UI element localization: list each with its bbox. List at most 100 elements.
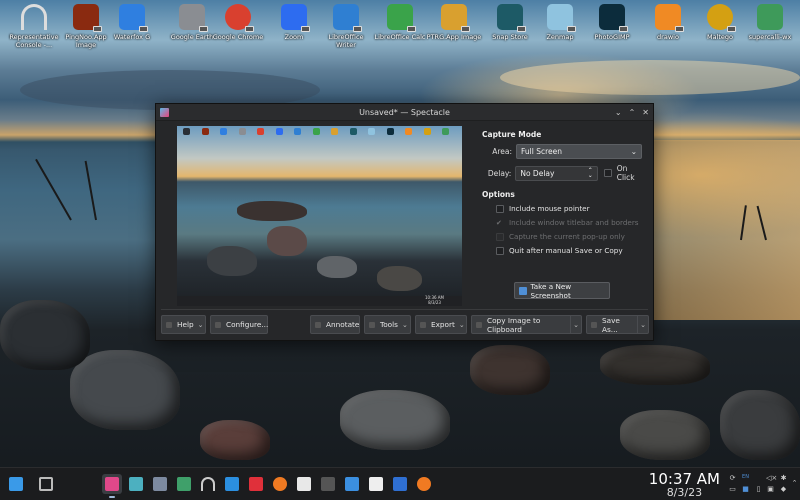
pingnoo-icon	[73, 4, 102, 32]
option-checkbox[interactable]	[496, 246, 504, 255]
desktop-icon-chrome[interactable]: Google Chrome	[210, 4, 266, 41]
taskbar-firefox-2[interactable]	[414, 474, 434, 494]
photoshop-icon	[599, 4, 628, 32]
expand-tray-icon[interactable]: ⌃	[790, 479, 799, 487]
annotate-button[interactable]: Annotate	[310, 315, 360, 334]
desktop-icon-headset[interactable]: Representative Console -...	[6, 4, 62, 49]
updates-icon[interactable]: ■	[741, 485, 750, 493]
wallpaper-branch	[756, 205, 767, 241]
taskbar-firefox[interactable]	[270, 474, 290, 494]
help-icon	[166, 321, 172, 328]
help-button[interactable]: Help ⌄	[161, 315, 206, 334]
taskbar-spectacle[interactable]	[102, 474, 122, 498]
desktop-icon-zoom[interactable]: Zoom	[266, 4, 322, 41]
wifi-icon[interactable]: ◆	[779, 485, 788, 493]
area-value: Full Screen	[521, 147, 562, 156]
display-icon[interactable]: ▣	[766, 485, 775, 493]
desktop-icons: Representative Console -... PingNoo.App I…	[0, 4, 800, 60]
maltego-icon	[707, 4, 736, 32]
desktop-icon-maltego[interactable]: Maltego	[692, 4, 748, 41]
taskbar-system-settings[interactable]	[150, 474, 170, 494]
volume-muted-icon[interactable]: ◁×	[766, 474, 777, 482]
desktop-icon-label: Zenmap	[546, 33, 574, 41]
maximize-button[interactable]: ⌃	[629, 108, 636, 117]
export-button[interactable]: Export ⌄	[415, 315, 467, 334]
take-new-screenshot-button[interactable]: Take a New Screenshot	[514, 281, 610, 300]
configure-button[interactable]: Configure...	[210, 315, 268, 334]
take-new-screenshot-label: Take a New Screenshot	[530, 281, 572, 300]
desktop-icon-snap-store[interactable]: Snap Store	[482, 4, 538, 41]
preview-rock	[377, 266, 422, 291]
taskbar-representative-console[interactable]	[198, 474, 218, 494]
screenshot-preview[interactable]: 10:36 AM 8/3/23	[177, 126, 462, 306]
preview-zoom-icon	[275, 128, 283, 135]
clock[interactable]: 10:37 AM 8/3/23	[649, 471, 720, 499]
desktop-icon-eye[interactable]: Zenmap	[532, 4, 588, 41]
taskbar-show-desktop[interactable]	[36, 474, 56, 494]
screenshot-icon	[519, 286, 527, 295]
taskbar-file-manager[interactable]	[342, 474, 362, 494]
taskbar-terminal[interactable]	[318, 474, 338, 494]
desktop-icon-label: drawio	[657, 33, 679, 41]
windows-logo-icon	[9, 477, 23, 491]
headset-icon	[21, 4, 47, 30]
battery-icon[interactable]: ▯	[754, 485, 763, 493]
chevron-down-icon: ⌄	[197, 320, 204, 329]
close-button[interactable]: ✕	[642, 108, 649, 117]
wallpaper-rock	[720, 390, 800, 460]
desktop-icon-label: supercalli-wx	[748, 33, 792, 41]
on-click-label[interactable]: On Click	[617, 164, 647, 182]
keyboard-layout-indicator[interactable]: EN	[741, 474, 750, 480]
desktop-icon-libreoffice-calc[interactable]: LibreOffice Calc	[372, 4, 428, 41]
taskbar-network-monitor[interactable]	[126, 474, 146, 494]
on-click-checkbox[interactable]	[603, 169, 612, 177]
snap-store-icon	[497, 4, 526, 32]
bluetooth-icon[interactable]: ✱	[779, 474, 788, 482]
save-menu-button[interactable]: ⌄	[637, 316, 648, 333]
desktop-icon-drawio[interactable]: drawio	[640, 4, 696, 41]
gauge-icon	[441, 4, 470, 32]
desktop-icon-photoshop[interactable]: PhotoGIMP	[584, 4, 640, 41]
taskbar-text-editor[interactable]	[294, 474, 314, 494]
desktop-icon-label: Representative Console -...	[9, 33, 59, 49]
option-include-mouse-pointer[interactable]: Include mouse pointer	[496, 204, 647, 213]
wallpaper-rock	[200, 420, 270, 460]
taskbar-pdf-app[interactable]	[390, 474, 410, 494]
copy-to-clipboard-button[interactable]: Copy Image to Clipboard ⌄	[471, 315, 582, 334]
firefox-icon	[273, 477, 287, 491]
taskbar-system-monitor[interactable]	[174, 474, 194, 494]
delay-spinbox[interactable]: No Delay ⌃ ⌄	[515, 165, 598, 181]
preview-supercalli-icon	[442, 128, 449, 135]
wallpaper-branch	[35, 158, 72, 221]
area-select[interactable]: Full Screen ⌄	[516, 144, 642, 159]
desktop-icon-label: LibreOffice Calc	[374, 33, 426, 41]
tools-icon	[369, 321, 375, 328]
taskbar-start-menu[interactable]	[6, 474, 26, 494]
notifications-icon[interactable]: ▭	[728, 485, 737, 493]
chart-area-icon	[177, 477, 191, 491]
title-bar[interactable]: Unsaved* — Spectacle ⌄ ⌃ ✕	[156, 104, 653, 121]
link-badge-icon	[353, 26, 362, 32]
wallpaper-rock	[470, 345, 550, 395]
desktop-icon-gauge[interactable]: PTRG.App Image	[426, 4, 482, 41]
system-tray: ⟳ EN ◁× ✱ ▭ ■ ▯ ▣ ◆ ⌃	[728, 474, 797, 496]
minimize-button[interactable]: ⌄	[615, 108, 622, 117]
copy-label: Copy Image to Clipboard	[487, 315, 541, 334]
preview-drawio-icon	[405, 128, 412, 135]
option-checkbox[interactable]	[496, 204, 504, 213]
taskbar-discover[interactable]	[222, 474, 242, 494]
taskbar-anydesk[interactable]	[246, 474, 266, 494]
desktop-icon-label: Google Chrome	[212, 33, 264, 41]
desktop-icon-supercalli[interactable]: supercalli-wx	[742, 4, 798, 41]
save-as-button[interactable]: Save As... ⌄	[586, 315, 649, 334]
desktop-icon-waterfox[interactable]: Waterfox G	[104, 4, 160, 41]
desktop-icon-libreoffice-writer[interactable]: LibreOffice Writer	[318, 4, 374, 49]
clipboard-icon[interactable]: ⟳	[728, 474, 737, 482]
taskbar-screen-capture[interactable]	[366, 474, 386, 494]
tools-button[interactable]: Tools ⌄	[364, 315, 411, 334]
copy-menu-button[interactable]: ⌄	[570, 316, 581, 333]
eye-icon	[547, 4, 576, 32]
spin-arrows-icon[interactable]: ⌃ ⌄	[588, 168, 593, 179]
option-quit-after-save[interactable]: Quit after manual Save or Copy	[496, 246, 647, 255]
area-label: Area:	[492, 147, 512, 156]
